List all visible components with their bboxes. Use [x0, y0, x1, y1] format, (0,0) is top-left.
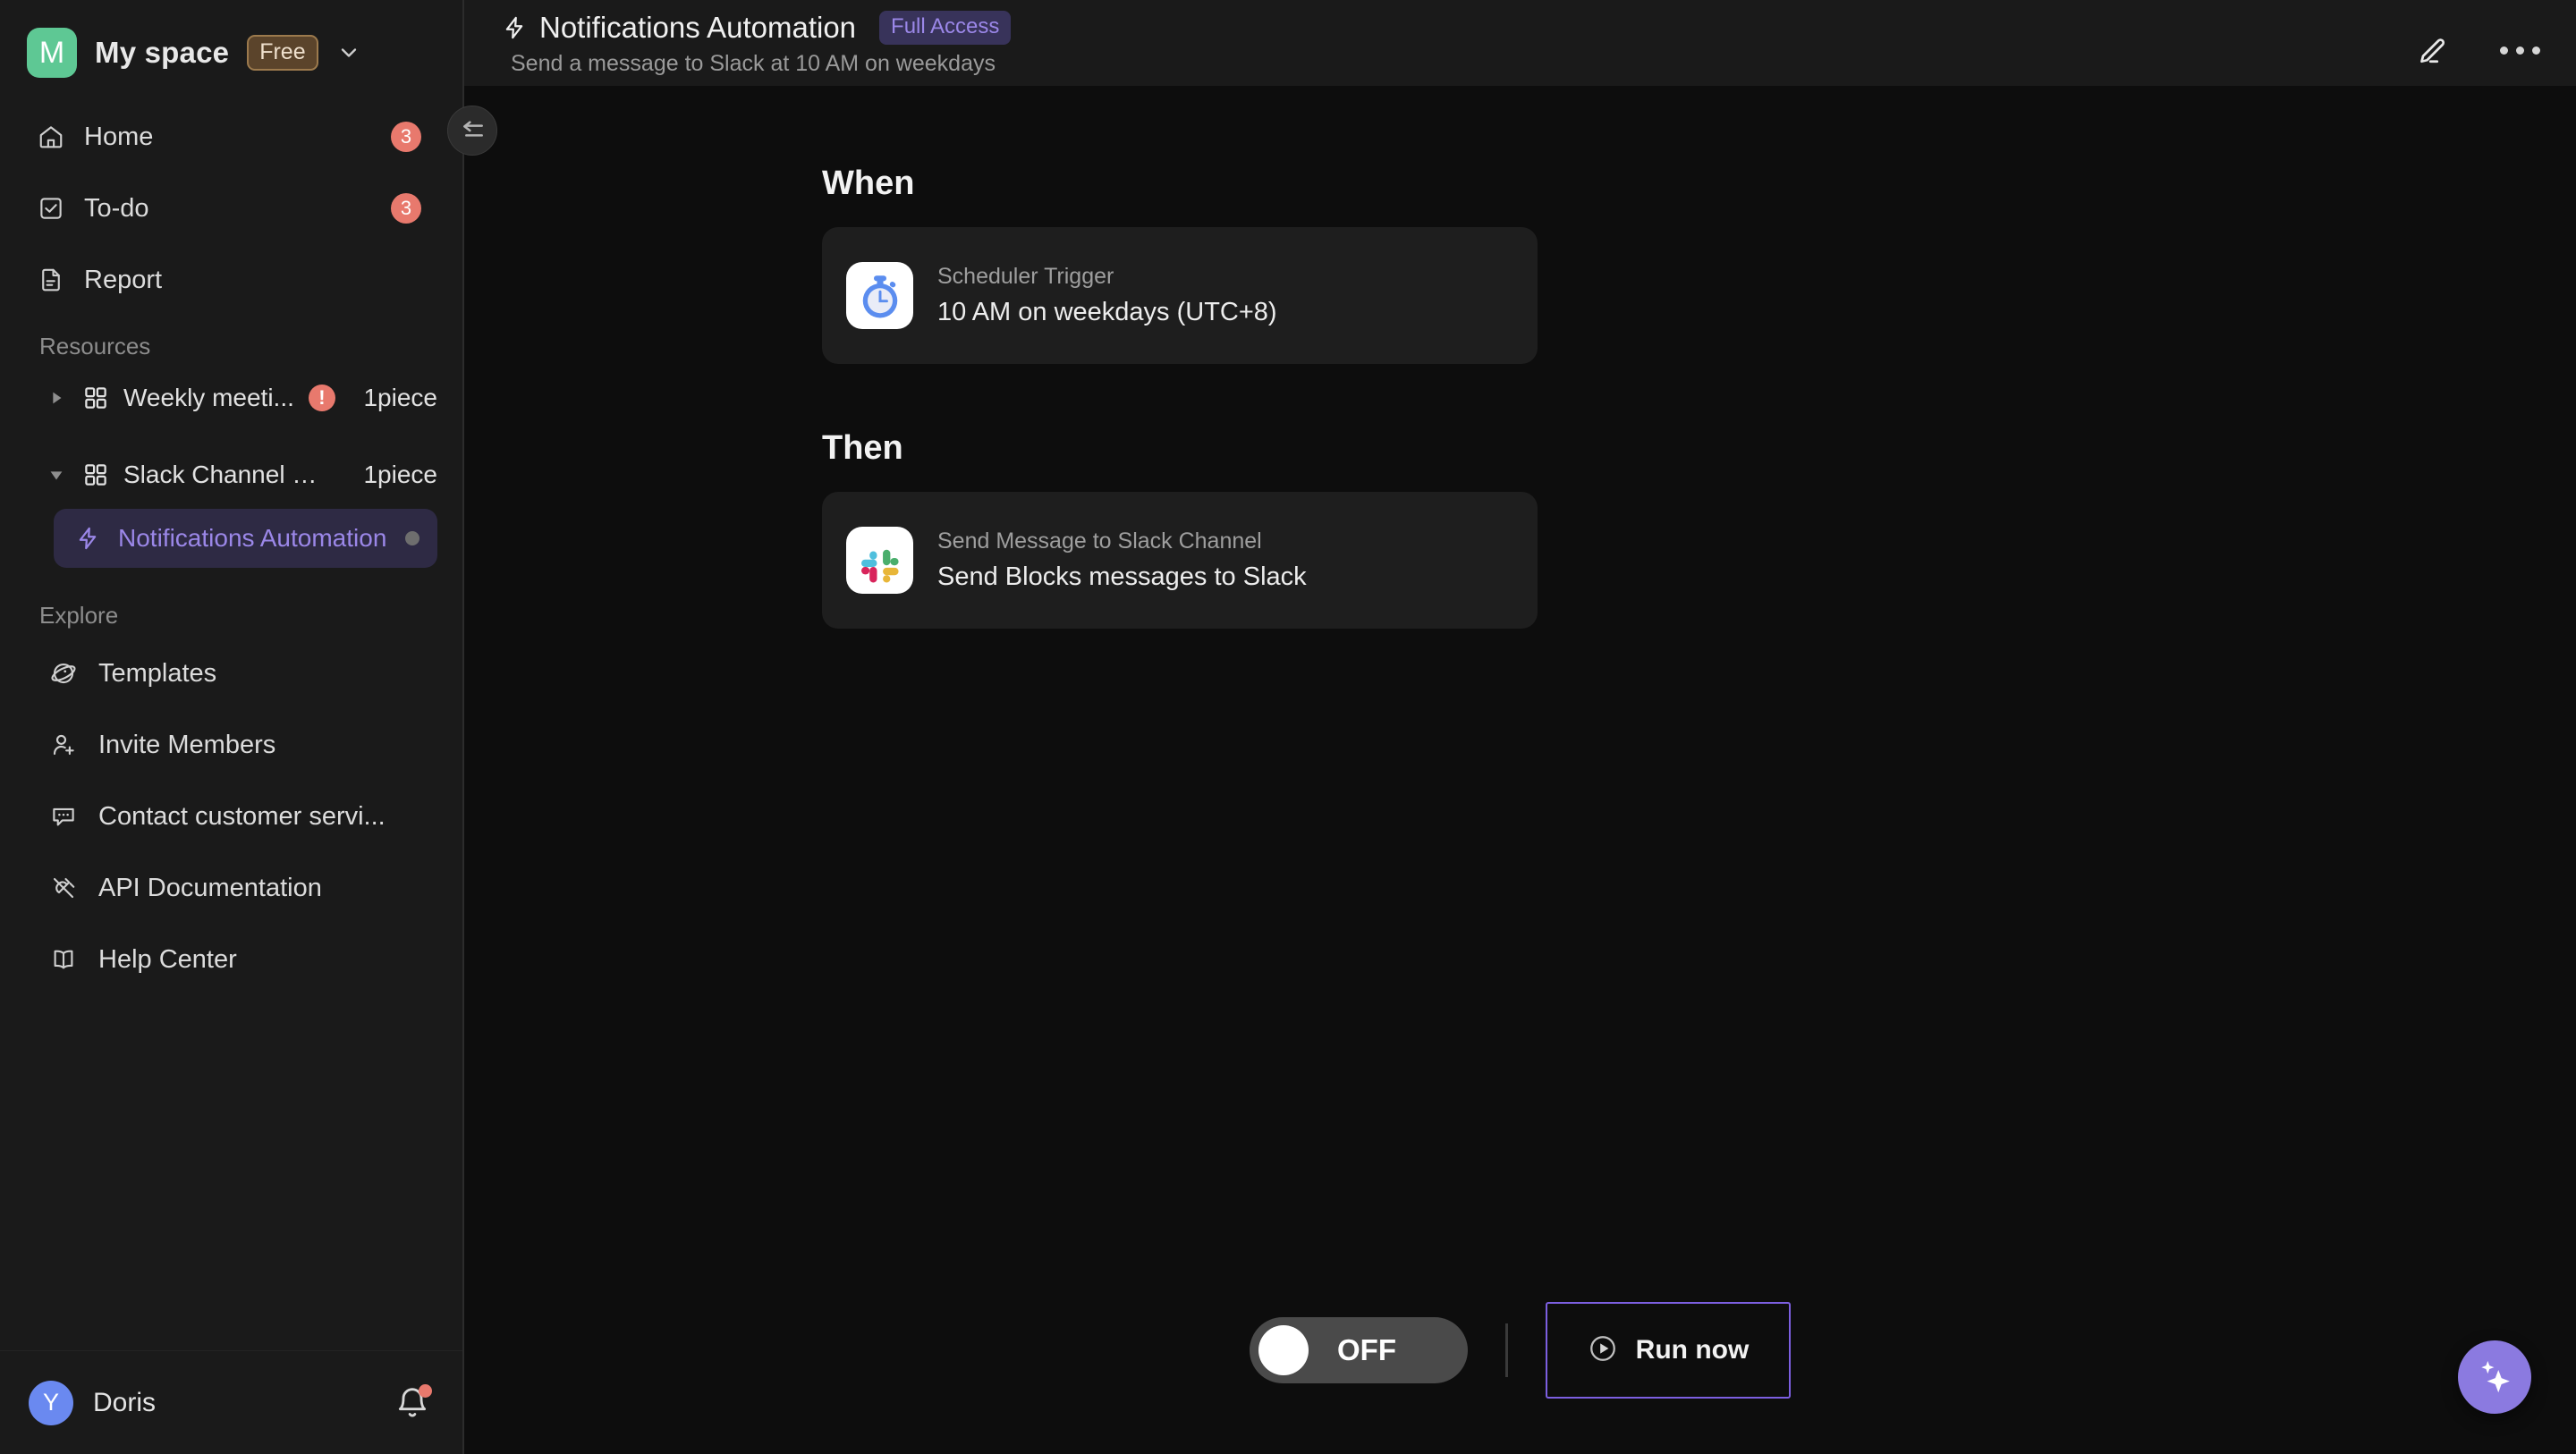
checkbox-icon [38, 195, 64, 222]
app-root: M My space Free Home 3 To-do 3 Report Re… [0, 0, 2576, 1454]
sidebar-item-notifications-automation[interactable]: Notifications Automation [54, 509, 437, 568]
trigger-node-card[interactable]: Scheduler Trigger 10 AM on weekdays (UTC… [822, 227, 1538, 364]
caret-right-icon[interactable] [45, 388, 68, 408]
book-icon [50, 946, 77, 973]
trigger-node-subtitle: Scheduler Trigger [937, 264, 1114, 289]
space-name: My space [95, 36, 230, 69]
title-row: Notifications Automation Full Access [502, 11, 1012, 45]
toggle-knob [1258, 1325, 1309, 1375]
action-node-card[interactable]: Send Message to Slack Channel Send Block… [822, 492, 1538, 629]
main-panel: Notifications Automation Full Access Sen… [464, 0, 2576, 1454]
pencil-icon [2420, 38, 2445, 63]
sidebar-item-label: Report [84, 265, 163, 294]
ai-assistant-button[interactable] [2458, 1340, 2531, 1414]
dot [2500, 46, 2508, 55]
trigger-node-title: 10 AM on weekdays (UTC+8) [937, 298, 1277, 326]
stopwatch-icon [846, 262, 913, 329]
edit-button[interactable] [2418, 34, 2450, 66]
toggle-state-label: OFF [1337, 1333, 1396, 1366]
planet-icon [50, 660, 77, 687]
sidebar-item-report[interactable]: Report [25, 252, 437, 308]
section-label-explore: Explore [39, 602, 119, 629]
collapse-sidebar-button[interactable] [447, 106, 497, 156]
primary-nav: Home 3 To-do 3 Report [0, 86, 462, 324]
slack-icon [846, 527, 913, 594]
caret-down-icon[interactable] [45, 465, 68, 485]
resource-name: Weekly meeti... [123, 384, 294, 411]
action-node-subtitle: Send Message to Slack Channel [937, 528, 1262, 554]
notification-dot [419, 1383, 432, 1398]
sidebar-item-invite-members[interactable]: Invite Members [25, 717, 437, 773]
warning-icon: ! [308, 385, 335, 411]
divider [1505, 1323, 1508, 1377]
explore-nav: Templates Invite Members Contact custome… [0, 640, 462, 1003]
resource-name: Slack Channel Sc... [123, 461, 329, 488]
sidebar-item-home[interactable]: Home 3 [25, 109, 437, 165]
home-icon [38, 123, 64, 150]
flow-container: When Scheduler Trigger 10 AM on weekdays… [822, 165, 1538, 629]
avatar[interactable]: Y [29, 1380, 73, 1425]
sidebar-item-help-center[interactable]: Help Center [25, 932, 437, 987]
notifications-button[interactable] [394, 1383, 432, 1421]
action-node-text: Send Message to Slack Channel Send Block… [937, 528, 1307, 592]
bottom-controls: OFF Run now [464, 1302, 2576, 1399]
sidebar-item-label: Notifications Automation [118, 524, 387, 552]
home-badge-count: 3 [391, 122, 421, 152]
grid-icon [82, 385, 109, 411]
sidebar-item-todo[interactable]: To-do 3 [25, 181, 437, 236]
sidebar-item-label: Invite Members [98, 730, 276, 759]
sidebar-item-contact-customer-service[interactable]: Contact customer servi... [25, 789, 437, 844]
action-node-title: Send Blocks messages to Slack [937, 562, 1307, 591]
more-options-button[interactable] [2500, 46, 2540, 55]
when-heading: When [822, 165, 915, 202]
dot [2516, 46, 2524, 55]
sidebar-item-templates[interactable]: Templates [25, 646, 437, 701]
sidebar: M My space Free Home 3 To-do 3 Report Re… [0, 0, 497, 1454]
resource-count: 1piece [363, 384, 437, 411]
automation-toggle[interactable]: OFF [1250, 1317, 1468, 1383]
sidebar-item-label: To-do [84, 193, 149, 223]
then-heading: Then [822, 429, 903, 467]
todo-badge-count: 3 [391, 193, 421, 224]
resource-item-slack-channel[interactable]: Slack Channel Sc... 1piece [25, 448, 437, 502]
top-bar: Notifications Automation Full Access Sen… [464, 0, 2576, 86]
play-circle-icon [1588, 1333, 1618, 1368]
plug-icon [50, 875, 77, 901]
plan-badge: Free [247, 34, 318, 72]
page-title: Notifications Automation [539, 11, 857, 44]
status-dot [405, 531, 419, 545]
dot [2532, 46, 2540, 55]
section-label-resources: Resources [39, 333, 151, 359]
sparkles-icon [2481, 1360, 2510, 1393]
sidebar-item-label: Templates [98, 658, 217, 688]
user-name: Doris [93, 1387, 157, 1417]
document-icon [38, 266, 64, 293]
title-block: Notifications Automation Full Access Sen… [502, 7, 1012, 77]
grid-icon [82, 461, 109, 488]
sidebar-footer: Y Doris [0, 1350, 462, 1454]
space-avatar: M [27, 28, 77, 78]
bolt-icon [75, 526, 100, 551]
trigger-node-text: Scheduler Trigger 10 AM on weekdays (UTC… [937, 264, 1277, 327]
run-now-button[interactable]: Run now [1546, 1302, 1791, 1399]
chat-icon [50, 803, 77, 830]
sidebar-item-label: Help Center [98, 944, 237, 974]
resource-item-weekly-meeting[interactable]: Weekly meeti... ! 1piece [25, 371, 437, 425]
run-now-label: Run now [1635, 1335, 1750, 1365]
collapse-left-icon [463, 121, 483, 137]
sidebar-item-label: Contact customer servi... [98, 801, 386, 831]
status-badge: Full Access [879, 11, 1012, 45]
sidebar-item-label: Home [84, 122, 154, 151]
resource-count: 1piece [363, 461, 437, 488]
sidebar-item-api-documentation[interactable]: API Documentation [25, 860, 437, 916]
top-bar-actions [2418, 7, 2540, 66]
space-switcher[interactable]: M My space Free [0, 0, 462, 86]
page-subtitle: Send a message to Slack at 10 AM on week… [511, 51, 996, 76]
bolt-icon [502, 15, 527, 40]
user-plus-icon [50, 731, 77, 758]
sidebar-item-label: API Documentation [98, 873, 322, 902]
chevron-down-icon[interactable] [336, 40, 361, 65]
automation-canvas: When Scheduler Trigger 10 AM on weekdays… [464, 86, 2576, 1454]
